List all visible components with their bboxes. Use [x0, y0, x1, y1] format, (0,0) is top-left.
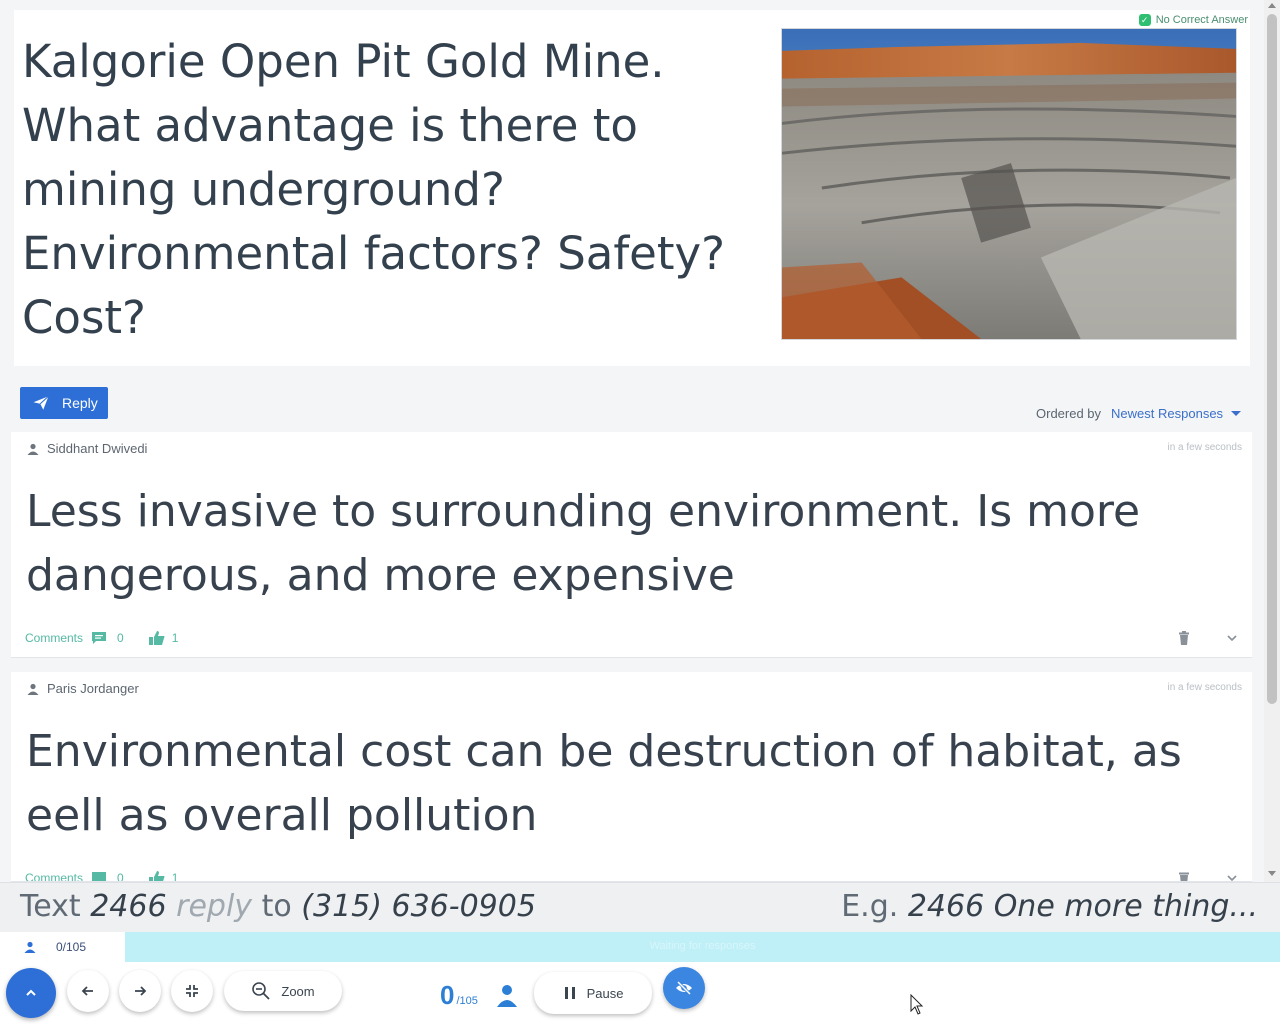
send-icon	[33, 395, 49, 410]
comments-label: Comments	[25, 871, 84, 882]
zoom-button[interactable]: Zoom	[224, 971, 342, 1011]
order-select[interactable]: Newest Responses	[1111, 406, 1242, 421]
response-author: Paris Jordanger	[27, 681, 139, 696]
response-card: Paris Jordanger in a few seconds Environ…	[11, 672, 1252, 882]
response-count-value: 0/105	[56, 940, 87, 954]
author-name: Paris Jordanger	[47, 681, 139, 696]
question-title: Kalgorie Open Pit Gold Mine. What advant…	[22, 35, 726, 344]
response-time: in a few seconds	[1167, 682, 1243, 693]
reply-label: Reply	[62, 395, 98, 411]
response-time: in a few seconds	[1167, 442, 1243, 453]
arrow-right-icon	[135, 986, 147, 996]
person-icon	[27, 683, 39, 695]
reply-button[interactable]: Reply	[20, 387, 108, 419]
like-button[interactable]: 1	[148, 870, 179, 882]
person-icon	[27, 443, 39, 455]
scroll-up-arrow-icon[interactable]	[1268, 3, 1276, 8]
bottom-toolbar: Zoom 0 /105 Pause	[0, 962, 1280, 1024]
likes-count: 1	[171, 871, 179, 882]
open-pit-mine-image	[782, 29, 1236, 339]
progress-bar: Waiting for responses	[125, 932, 1280, 962]
response-footer: Comments 0 1	[25, 868, 1238, 882]
chevron-down-icon[interactable]	[1226, 874, 1238, 882]
phone-number: (315) 636-0905	[301, 889, 536, 924]
comments-count: 0	[117, 631, 124, 645]
to-word: to	[261, 889, 292, 924]
hide-responses-button[interactable]	[663, 967, 705, 1009]
instructions-prefix: Text	[20, 889, 91, 924]
response-footer: Comments 0 1	[25, 628, 1238, 648]
response-text: Environmental cost can be destruction of…	[26, 726, 1182, 841]
trash-icon[interactable]	[1178, 631, 1190, 645]
comments-button[interactable]: Comments 0	[25, 631, 124, 645]
response-count: 0/105	[0, 932, 125, 962]
pause-icon	[564, 987, 575, 999]
previous-button[interactable]	[67, 970, 109, 1012]
question-card: Kalgorie Open Pit Gold Mine. What advant…	[14, 10, 1250, 366]
progress-bar-label: Waiting for responses	[649, 940, 756, 952]
example-prefix: E.g.	[841, 889, 908, 924]
like-button[interactable]: 1	[148, 630, 179, 646]
trash-icon[interactable]	[1178, 871, 1190, 882]
response-card: Siddhant Dwivedi in a few seconds Less i…	[11, 432, 1252, 658]
ordered-by-label: Ordered by	[1036, 406, 1102, 421]
order-control: Ordered by Newest Responses	[1036, 406, 1242, 421]
instructions-left: Text 2466 reply to (315) 636-0905	[20, 889, 536, 924]
response-actions	[1178, 871, 1238, 882]
person-icon	[24, 941, 36, 953]
scrollbar-thumb[interactable]	[1267, 14, 1277, 704]
poll-code: 2466	[90, 889, 167, 924]
thumbs-up-icon	[148, 631, 165, 645]
expand-toolbar-button[interactable]	[6, 968, 56, 1018]
zoom-label: Zoom	[281, 983, 315, 999]
mine-photo	[781, 28, 1237, 340]
order-select-value: Newest Responses	[1111, 406, 1224, 421]
caret-down-icon	[1231, 411, 1242, 416]
texting-instructions: Text 2466 reply to (315) 636-0905 E.g. 2…	[0, 882, 1280, 932]
pause-label: Pause	[586, 985, 624, 1001]
thumbs-up-icon	[148, 871, 165, 881]
poll-presentation-page: Kalgorie Open Pit Gold Mine. What advant…	[0, 0, 1280, 1024]
comment-icon	[92, 872, 107, 881]
counter-value: 0	[440, 980, 455, 1010]
participants-icon[interactable]	[496, 984, 518, 1008]
zoom-out-icon	[252, 982, 271, 1000]
vertical-scrollbar[interactable]	[1264, 0, 1280, 882]
no-correct-answer-label: No Correct Answer	[1155, 14, 1248, 26]
scroll-down-arrow-icon[interactable]	[1268, 871, 1276, 876]
chevron-up-icon	[26, 989, 36, 996]
mouse-cursor-icon	[910, 994, 924, 1015]
exit-fullscreen-button[interactable]	[171, 970, 213, 1012]
arrow-left-icon	[81, 986, 93, 996]
check-icon: ✓	[1138, 14, 1151, 26]
chevron-down-icon[interactable]	[1226, 634, 1238, 642]
instructions-example: E.g. 2466 One more thing...	[841, 889, 1258, 924]
comment-icon	[92, 632, 107, 644]
response-text: Less invasive to surrounding environment…	[26, 486, 1141, 601]
pause-button[interactable]: Pause	[534, 972, 652, 1014]
response-actions	[1178, 631, 1238, 645]
next-button[interactable]	[119, 970, 161, 1012]
eye-slash-icon	[676, 980, 692, 996]
response-counter: 0 /105	[440, 980, 478, 1011]
counter-total: /105	[456, 995, 478, 1007]
comments-button[interactable]: Comments 0	[25, 871, 124, 882]
compress-icon	[186, 985, 198, 997]
comments-label: Comments	[25, 631, 84, 645]
response-author: Siddhant Dwivedi	[27, 441, 147, 456]
comments-count: 0	[117, 871, 124, 882]
response-progress: 0/105 Waiting for responses	[0, 932, 1280, 962]
no-correct-answer-badge: ✓ No Correct Answer	[1138, 14, 1248, 26]
reply-word: reply	[176, 889, 253, 924]
likes-count: 1	[171, 631, 179, 645]
example-text: 2466 One more thing...	[907, 889, 1258, 924]
author-name: Siddhant Dwivedi	[47, 441, 148, 456]
